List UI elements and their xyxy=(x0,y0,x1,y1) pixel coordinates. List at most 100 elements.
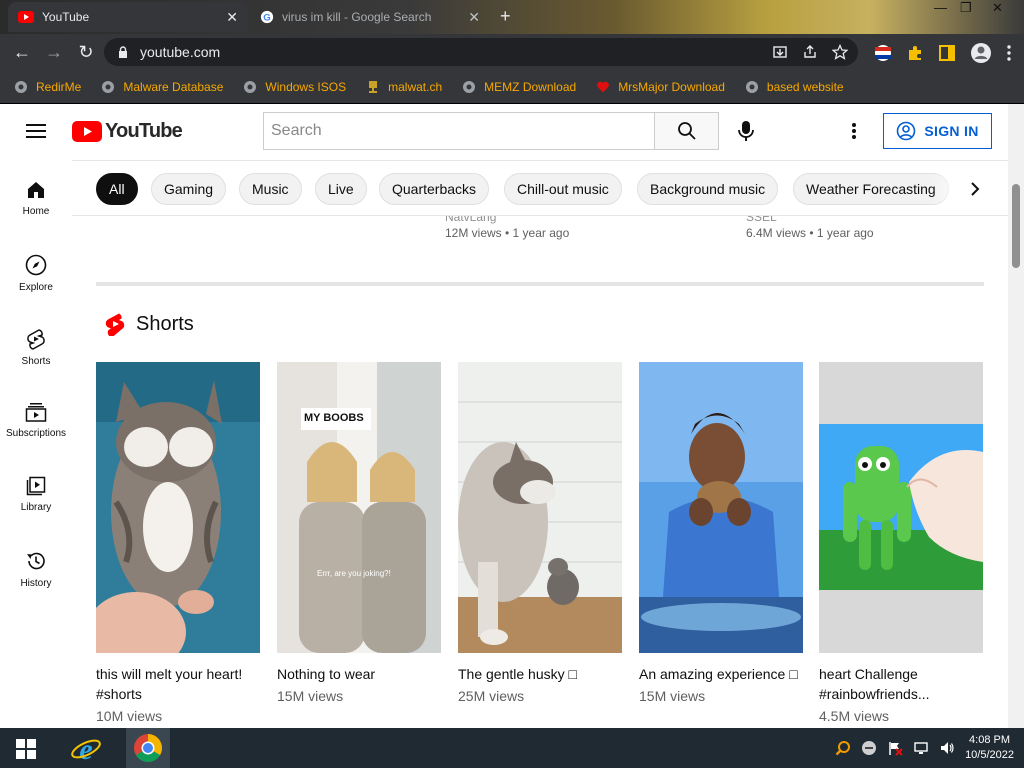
search-box xyxy=(263,112,719,150)
bookmarks-bar: RedirMe Malware Database Windows ISOS ma… xyxy=(0,70,1024,104)
youtube-page: YouTube SIGN IN All Gaming Music Live Qu… xyxy=(0,104,1024,728)
short-thumbnail[interactable] xyxy=(819,362,983,653)
action-center-flag-icon[interactable] xyxy=(887,740,903,756)
video-channel[interactable]: NatvLang xyxy=(445,216,496,224)
short-title[interactable]: this will melt your heart! #shorts xyxy=(96,664,260,704)
short-title[interactable]: Nothing to wear xyxy=(277,664,441,684)
guide-item-explore[interactable]: Explore xyxy=(0,254,72,293)
status-tray-icon[interactable] xyxy=(861,740,877,756)
chip-live[interactable]: Live xyxy=(315,173,367,205)
bookmark-windows-isos[interactable]: Windows ISOS xyxy=(243,80,346,94)
video-channel[interactable]: SSEL xyxy=(746,216,777,224)
chip-music[interactable]: Music xyxy=(239,173,302,205)
minimize-window-icon[interactable]: — xyxy=(934,0,947,15)
short-card[interactable]: The gentle husky □ 25M views xyxy=(458,362,622,706)
shorts-icon xyxy=(27,329,45,350)
profile-flag-icon[interactable] xyxy=(874,44,892,62)
bookmark-label: MrsMajor Download xyxy=(618,79,725,94)
bookmark-redirme[interactable]: RedirMe xyxy=(14,80,81,94)
svg-text:e: e xyxy=(79,733,92,764)
globe-icon xyxy=(14,80,28,94)
bookmark-label: RedirMe xyxy=(36,79,82,94)
maximize-window-icon[interactable]: ❐ xyxy=(960,0,972,16)
microphone-icon[interactable] xyxy=(736,120,756,142)
address-text: youtube.com xyxy=(140,44,221,60)
scrollbar-thumb[interactable] xyxy=(1012,184,1020,268)
short-card[interactable]: heart Challenge #rainbowfriends... 4.5M … xyxy=(819,362,983,726)
short-title[interactable]: The gentle husky □ xyxy=(458,664,622,684)
bookmark-mrsmajor-download[interactable]: MrsMajor Download xyxy=(596,80,725,94)
bookmark-label: Windows ISOS xyxy=(265,79,347,94)
bookmark-malware-database[interactable]: Malware Database xyxy=(101,80,223,94)
tab-youtube[interactable]: YouTube ✕ xyxy=(8,2,248,32)
network-icon[interactable] xyxy=(913,740,929,756)
tab-google-search[interactable]: G virus im kill - Google Search ✕ xyxy=(250,2,490,32)
compass-icon xyxy=(25,254,47,276)
bookmark-malwatch[interactable]: malwat.ch xyxy=(366,80,442,94)
account-avatar-icon[interactable] xyxy=(970,42,992,64)
short-card[interactable]: An amazing experience □ 15M views xyxy=(639,362,803,706)
chevron-right-icon[interactable] xyxy=(970,181,980,197)
chip-weather-forecasting[interactable]: Weather Forecasting xyxy=(793,173,949,205)
guide-label: History xyxy=(20,578,52,589)
forward-arrow-icon[interactable]: → xyxy=(38,42,70,63)
shorts-heading: Shorts xyxy=(136,312,194,335)
sign-in-label: SIGN IN xyxy=(924,123,979,139)
guide-item-history[interactable]: History xyxy=(0,550,72,589)
guide-item-shorts[interactable]: Shorts xyxy=(0,328,72,367)
chrome-taskbar-button[interactable] xyxy=(126,728,170,768)
bookmark-based-website[interactable]: based website xyxy=(745,80,844,94)
guide-item-library[interactable]: Library xyxy=(0,476,72,513)
search-icon xyxy=(677,122,696,140)
page-scrollbar[interactable] xyxy=(1008,104,1024,728)
youtube-logo[interactable]: YouTube xyxy=(72,120,183,143)
short-thumbnail[interactable] xyxy=(639,362,803,653)
back-arrow-icon[interactable]: ← xyxy=(6,42,38,63)
search-input[interactable] xyxy=(264,113,654,149)
reload-icon[interactable]: ↻ xyxy=(70,42,102,63)
close-window-icon[interactable]: ✕ xyxy=(992,0,1003,16)
system-tray: 4:08 PM 10/5/2022 xyxy=(835,728,1014,768)
search-tray-icon[interactable] xyxy=(835,740,851,756)
short-thumbnail[interactable]: Errr, are you joking?! MY BOOBS xyxy=(277,362,441,653)
chip-chill-out-music[interactable]: Chill-out music xyxy=(504,173,622,205)
chip-gaming[interactable]: Gaming xyxy=(151,173,227,205)
new-tab-icon[interactable]: + xyxy=(500,6,511,27)
volume-icon[interactable] xyxy=(939,740,955,756)
clock-time: 4:08 PM xyxy=(969,734,1011,746)
taskbar-clock[interactable]: 4:08 PM 10/5/2022 xyxy=(965,733,1014,763)
extensions-puzzle-icon[interactable] xyxy=(906,44,924,62)
bookmark-star-icon[interactable] xyxy=(832,44,848,60)
lock-icon xyxy=(119,46,127,58)
guide-item-subscriptions[interactable]: Subscriptions xyxy=(0,402,72,439)
mini-guide: Home Explore Shorts Subscriptions Librar… xyxy=(0,160,72,728)
short-card[interactable]: this will melt your heart! #shorts 10M v… xyxy=(96,362,260,726)
globe-icon xyxy=(101,80,115,94)
chip-label: All xyxy=(109,181,125,197)
side-panel-icon[interactable] xyxy=(938,44,956,62)
bookmark-memz-download[interactable]: MEMZ Download xyxy=(462,80,576,94)
hamburger-menu-icon[interactable] xyxy=(26,123,46,139)
short-thumbnail[interactable] xyxy=(458,362,622,653)
chip-all[interactable]: All xyxy=(96,173,138,205)
short-title[interactable]: heart Challenge #rainbowfriends... xyxy=(819,664,983,704)
short-title[interactable]: An amazing experience □ xyxy=(639,664,803,684)
chrome-menu-icon[interactable] xyxy=(1006,44,1012,62)
close-tab-icon[interactable]: ✕ xyxy=(226,9,238,26)
address-bar[interactable]: youtube.com xyxy=(104,38,858,66)
settings-kebab-icon[interactable] xyxy=(850,122,858,140)
short-thumbnail[interactable] xyxy=(96,362,260,653)
guide-item-home[interactable]: Home xyxy=(0,180,72,217)
search-button[interactable] xyxy=(654,113,718,149)
short-card[interactable]: Errr, are you joking?! MY BOOBS Nothing … xyxy=(277,362,441,706)
install-app-icon[interactable] xyxy=(772,44,788,60)
chrome-icon xyxy=(134,734,162,762)
chip-quarterbacks[interactable]: Quarterbacks xyxy=(379,173,490,205)
close-tab-icon[interactable]: ✕ xyxy=(468,9,480,26)
share-icon[interactable] xyxy=(802,44,818,60)
windows-start-icon[interactable] xyxy=(16,739,36,759)
internet-explorer-icon[interactable]: e xyxy=(70,732,102,764)
sign-in-button[interactable]: SIGN IN xyxy=(883,113,992,149)
chip-background-music[interactable]: Background music xyxy=(637,173,779,205)
short-views: 4.5M views xyxy=(819,708,890,724)
